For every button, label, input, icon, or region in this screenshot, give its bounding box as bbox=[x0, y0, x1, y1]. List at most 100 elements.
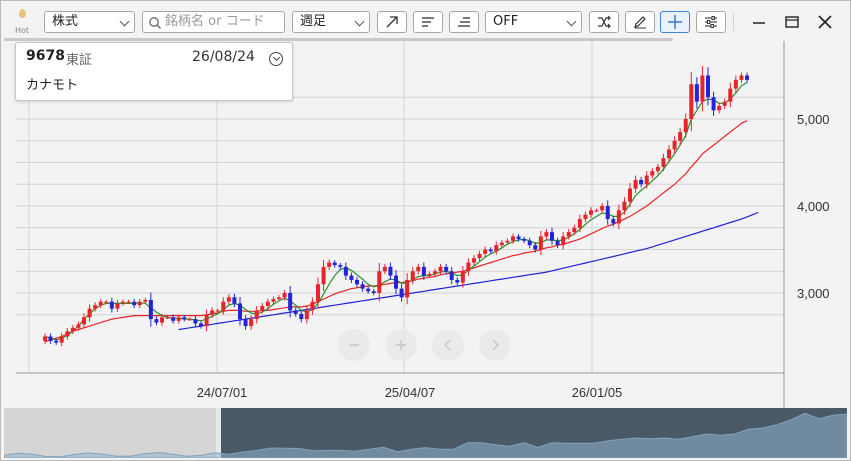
candle-body bbox=[399, 288, 404, 298]
align-left-button[interactable] bbox=[413, 11, 443, 33]
candle-body bbox=[706, 75, 710, 98]
candle-body bbox=[561, 236, 566, 246]
candle-body bbox=[433, 271, 437, 274]
candle-body bbox=[59, 336, 64, 343]
candle-body bbox=[171, 317, 176, 321]
x-axis-labels: 24/07/01 25/04/07 26/01/05 bbox=[197, 385, 623, 400]
candle-body bbox=[733, 79, 738, 89]
chevron-circle-down-icon[interactable] bbox=[269, 52, 283, 66]
navigator-handle-left[interactable] bbox=[216, 408, 221, 458]
close-icon[interactable] bbox=[815, 12, 835, 32]
candle-body bbox=[694, 84, 699, 102]
candle-body bbox=[371, 291, 376, 293]
candle-body bbox=[109, 301, 114, 309]
candle-body bbox=[126, 301, 131, 303]
candle-body bbox=[355, 279, 359, 285]
candle-body bbox=[427, 273, 432, 276]
scroll-left-button[interactable] bbox=[432, 329, 464, 361]
candle-body bbox=[288, 293, 293, 311]
candle-body bbox=[410, 271, 415, 280]
stock-info-card: 9678 東証 26/08/24 カナモト bbox=[15, 42, 293, 101]
candle-body bbox=[494, 245, 499, 252]
candle-body bbox=[449, 271, 454, 280]
shuffle-button[interactable] bbox=[589, 11, 619, 33]
align-right-button[interactable] bbox=[449, 11, 479, 33]
search-input[interactable]: 銘柄名 or コード bbox=[142, 11, 285, 33]
candle-body bbox=[594, 210, 599, 212]
candle-body bbox=[310, 301, 315, 311]
align-left-icon bbox=[422, 17, 434, 27]
toolbar-divider bbox=[733, 13, 734, 31]
candle-body bbox=[672, 140, 677, 150]
trendline-button[interactable] bbox=[377, 11, 407, 33]
candle-body bbox=[221, 301, 226, 311]
period-select-value: 週足 bbox=[300, 14, 327, 29]
exchange-label: 東証 bbox=[66, 53, 93, 68]
candle-body bbox=[282, 293, 287, 298]
flame-icon bbox=[19, 9, 26, 18]
minimize-icon[interactable] bbox=[749, 12, 769, 32]
settings-button[interactable] bbox=[696, 11, 726, 33]
candle-body bbox=[577, 219, 582, 228]
hot-button[interactable]: Hot bbox=[13, 9, 33, 37]
candle-body bbox=[739, 75, 744, 80]
candle-body bbox=[132, 301, 137, 306]
indicator-select-value: OFF bbox=[493, 14, 519, 29]
candle-body bbox=[483, 249, 488, 254]
candle-body bbox=[199, 323, 203, 327]
candle-body bbox=[683, 119, 688, 133]
candle-body bbox=[477, 253, 482, 259]
candle-body bbox=[215, 310, 220, 312]
candle-body bbox=[460, 271, 465, 283]
candle-body bbox=[555, 240, 560, 246]
candle-body bbox=[226, 297, 231, 302]
candle-body bbox=[700, 75, 705, 102]
shuffle-icon bbox=[598, 15, 611, 29]
period-select[interactable]: 週足 bbox=[292, 11, 370, 33]
minus-icon bbox=[349, 344, 359, 346]
candle-body bbox=[137, 301, 142, 306]
y-tick-label: 5,000 bbox=[797, 112, 830, 127]
candle-body bbox=[605, 206, 610, 220]
candle-body bbox=[360, 284, 365, 289]
chevron-down-icon bbox=[119, 16, 130, 27]
candle-body bbox=[722, 101, 727, 106]
overview-navigator[interactable] bbox=[4, 408, 847, 458]
candle-body bbox=[210, 310, 215, 315]
candle-body bbox=[728, 88, 733, 102]
crosshair-button[interactable] bbox=[660, 11, 690, 33]
stock-code: 9678 bbox=[26, 48, 65, 64]
y-tick-label: 3,000 bbox=[797, 286, 830, 301]
chevron-left-icon bbox=[443, 339, 451, 351]
candle-body bbox=[689, 84, 694, 119]
zoom-out-button[interactable] bbox=[338, 329, 370, 361]
candle-body bbox=[277, 297, 281, 300]
candle-body bbox=[550, 232, 554, 241]
candle-body bbox=[667, 149, 671, 159]
candle-body bbox=[633, 179, 638, 189]
candle-body bbox=[193, 319, 198, 324]
market-select[interactable]: 株式 bbox=[44, 11, 135, 33]
candle-body bbox=[121, 301, 125, 304]
candle-body bbox=[249, 319, 254, 327]
pencil-icon bbox=[634, 16, 646, 29]
candle-body bbox=[43, 336, 47, 341]
indicator-select[interactable]: OFF bbox=[485, 11, 582, 33]
candle-body bbox=[82, 317, 86, 325]
candle-body bbox=[589, 210, 593, 215]
search-placeholder: 銘柄名 or コード bbox=[165, 14, 265, 29]
candle-body bbox=[505, 240, 510, 243]
candle-body bbox=[332, 262, 337, 266]
candle-body bbox=[265, 301, 270, 307]
maximize-icon[interactable] bbox=[782, 12, 802, 32]
draw-button[interactable] bbox=[625, 11, 655, 33]
market-select-value: 株式 bbox=[52, 14, 79, 29]
scroll-right-button[interactable] bbox=[479, 329, 511, 361]
candle-body bbox=[366, 288, 371, 292]
align-right-icon bbox=[458, 17, 470, 27]
candle-body bbox=[115, 303, 120, 309]
y-tick-label: 4,000 bbox=[797, 199, 830, 214]
candle-body bbox=[472, 258, 476, 263]
candle-body bbox=[54, 340, 59, 343]
zoom-in-button[interactable] bbox=[385, 329, 417, 361]
